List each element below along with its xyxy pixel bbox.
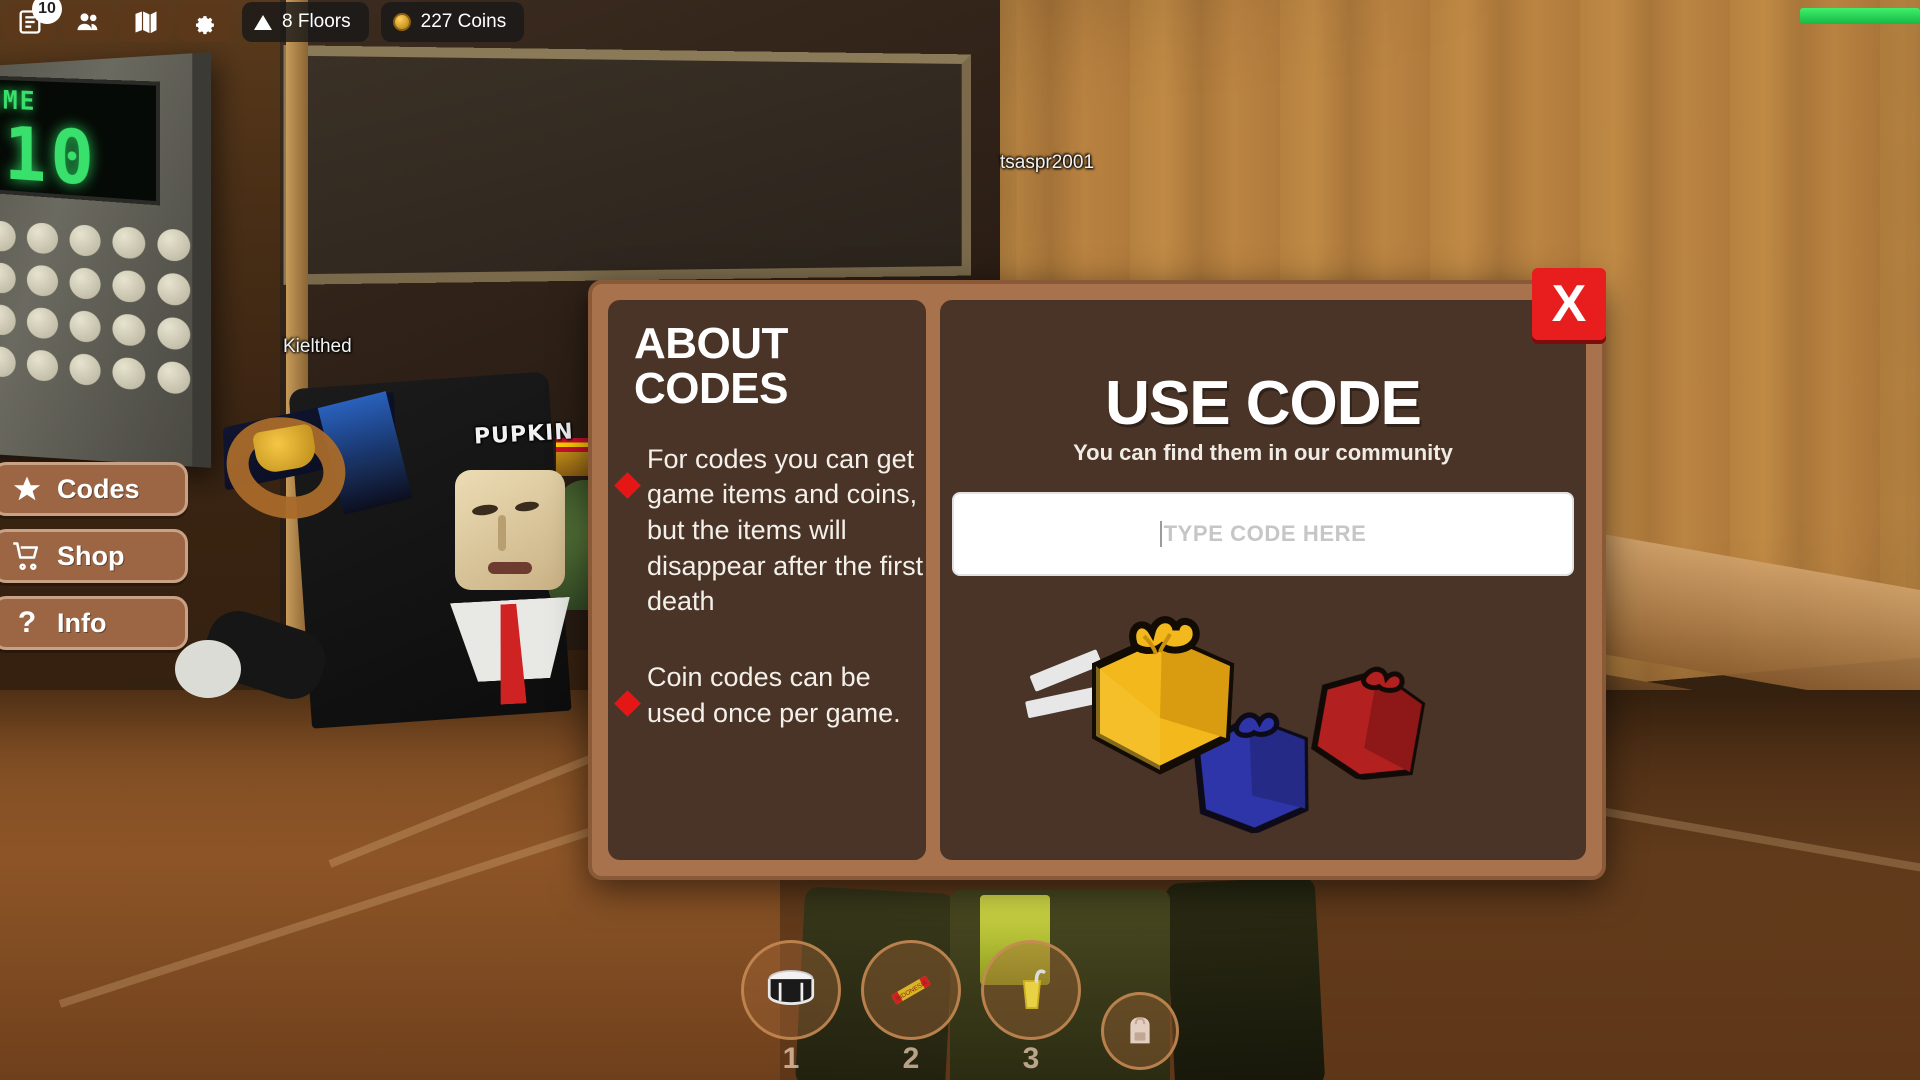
map-button[interactable]: [120, 2, 172, 42]
diamond-bullet-icon: [614, 689, 641, 717]
hotbar: 1 INDONESIA 2 3: [741, 940, 1179, 1074]
hotbar-slot-1[interactable]: 1: [741, 940, 841, 1074]
coin-icon: [392, 13, 411, 31]
timer-value: :10: [0, 109, 98, 203]
use-code-title: USE CODE: [1105, 369, 1422, 438]
timer-display: TIME :10: [0, 74, 161, 206]
code-input-field[interactable]: TYPE CODE HERE: [952, 492, 1574, 576]
drink-icon: [981, 940, 1081, 1040]
hotbar-slot-3[interactable]: 3: [981, 940, 1081, 1074]
hotbar-number-1: 1: [782, 1042, 800, 1075]
people-icon: [77, 13, 98, 31]
players-button[interactable]: [62, 2, 114, 42]
about-codes-bullets: For codes you can get game items and coi…: [608, 442, 926, 731]
side-menu: Codes Shop ? Info: [0, 462, 188, 650]
sidebar-label-codes: Codes: [57, 473, 140, 504]
chalkboard: [283, 45, 971, 285]
code-input-placeholder: TYPE CODE HERE: [1163, 521, 1367, 546]
sidebar-item-info[interactable]: ? Info: [0, 596, 188, 650]
hotbar-number-2: 2: [902, 1042, 920, 1075]
avatar-mouth: [488, 562, 532, 574]
coins-label: 227 Coins: [420, 11, 507, 32]
diamond-bullet-icon: [614, 471, 641, 499]
bullet-item: For codes you can get game items and coi…: [614, 442, 926, 620]
nametag-player-2: PUPKIN: [473, 419, 575, 450]
map-icon: [135, 11, 157, 34]
sidebar-label-shop: Shop: [57, 540, 125, 571]
avatar-nose: [498, 515, 506, 551]
settings-button[interactable]: [178, 2, 230, 42]
hotbar-slot-backpack[interactable]: [1101, 992, 1179, 1074]
bullet-item: Coin codes can be used once per game.: [614, 660, 926, 731]
coins-indicator: 227 Coins: [380, 2, 525, 42]
game-screen: TIME :10 Kielthed PUPKIN tsaspr2001 10 8…: [0, 0, 1920, 1080]
inventory-button[interactable]: 10: [4, 0, 62, 42]
triangle-icon: [254, 14, 272, 30]
close-button[interactable]: X: [1532, 268, 1606, 340]
cart-icon: [11, 540, 43, 572]
backpack-icon: [1101, 992, 1179, 1070]
nametag-player-3: tsaspr2001: [1000, 152, 1095, 173]
gift-yellow: [1082, 614, 1242, 779]
gear-icon: [195, 16, 214, 35]
about-codes-panel: ABOUT CODES For codes you can get game i…: [608, 300, 926, 860]
firecracker-icon: INDONESIA: [861, 940, 961, 1040]
sidebar-item-codes[interactable]: Codes: [0, 462, 188, 516]
floors-indicator: 8 Floors: [242, 2, 369, 42]
top-hud-bar: 10 8 Floors 227 Coins: [0, 0, 525, 44]
sidebar-item-shop[interactable]: Shop: [0, 529, 188, 583]
gift-red: [1299, 652, 1440, 789]
robot-leg-right: [1164, 876, 1326, 1080]
codes-modal: ABOUT CODES For codes you can get game i…: [588, 280, 1606, 880]
inventory-badge: 10: [32, 0, 62, 24]
about-codes-title: ABOUT CODES: [634, 319, 788, 413]
hotbar-slot-2[interactable]: INDONESIA 2: [861, 940, 961, 1074]
health-bar: [1800, 8, 1920, 24]
bullet-text: For codes you can get game items and coi…: [647, 443, 924, 617]
use-code-subtitle: You can find them in our community: [1073, 440, 1453, 465]
machine-buttons: [0, 210, 201, 406]
floors-label: 8 Floors: [282, 11, 351, 32]
question-icon: ?: [17, 606, 37, 639]
bullet-text: Coin codes can be used once per game.: [647, 661, 901, 728]
close-icon: X: [1551, 275, 1587, 333]
drum-icon: [741, 940, 841, 1040]
sidebar-label-info: Info: [57, 607, 107, 638]
gifts-illustration: [1025, 606, 1510, 856]
nametag-player-1: Kielthed: [283, 336, 352, 357]
text-caret: [1159, 521, 1162, 547]
use-code-panel: USE CODE You can find them in our commun…: [940, 300, 1586, 860]
hotbar-number-3: 3: [1022, 1042, 1040, 1075]
star-icon: [11, 473, 43, 505]
